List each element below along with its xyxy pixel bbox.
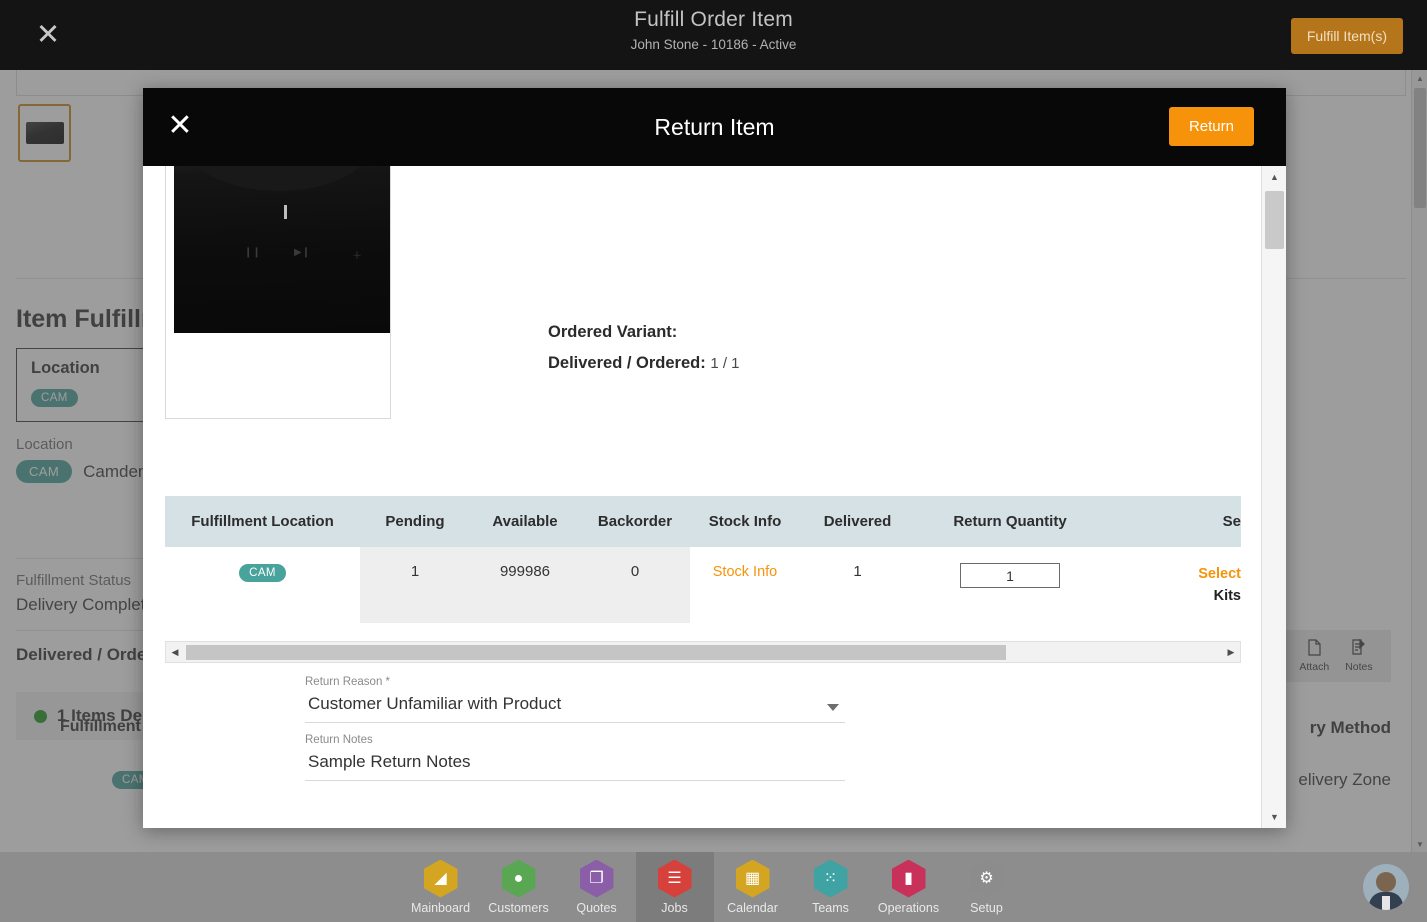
delivered-ordered-label: Delivered / Ordered: xyxy=(548,354,706,372)
ordered-variant-label: Ordered Variant: xyxy=(548,323,678,341)
chevron-down-icon[interactable] xyxy=(827,704,839,711)
return-notes-field[interactable]: Return Notes Sample Return Notes xyxy=(305,734,845,781)
return-button[interactable]: Return xyxy=(1168,107,1254,146)
return-reason-field[interactable]: Return Reason * Customer Unfamiliar with… xyxy=(305,676,845,723)
cell-pending: 1 xyxy=(360,547,470,623)
nav-item-quotes[interactable]: ❐ Quotes xyxy=(558,852,636,922)
cell-delivered: 1 xyxy=(853,563,862,580)
table-horizontal-scrollbar[interactable]: ◀ ▶ xyxy=(165,641,1241,663)
table-scroll-right-arrow[interactable]: ▶ xyxy=(1222,642,1240,662)
cell-location: CAM xyxy=(165,547,360,623)
nav-label-mainboard: Mainboard xyxy=(410,900,471,915)
cell-return-quantity xyxy=(915,547,1105,623)
jobs-icon: ☰ xyxy=(657,859,692,898)
col-return-quantity: Return Quantity xyxy=(915,496,1105,547)
cell-backorder: 0 xyxy=(580,547,690,623)
modal-vertical-scrollbar[interactable]: ▲ ▼ xyxy=(1261,166,1286,828)
screen-root: Item Fulfillm Location CAM Location CAM … xyxy=(0,0,1427,922)
nav-item-teams[interactable]: ⁙ Teams xyxy=(792,852,870,922)
nav-item-calendar[interactable]: ▦ Calendar xyxy=(714,852,792,922)
modal-title: Return Item xyxy=(654,113,775,140)
mainboard-icon: ◢ xyxy=(423,859,458,898)
col-fulfillment-location: Fulfillment Location xyxy=(165,496,360,547)
select-kits-link[interactable]: Select Kits xyxy=(1109,563,1241,607)
table-row: CAM 1 999986 0 Stock Info 1 1 Select Kit… xyxy=(165,547,1241,623)
nav-label-customers: Customers xyxy=(488,900,549,915)
table-scroll-thumb[interactable] xyxy=(186,645,1006,660)
operations-icon: ▮ xyxy=(891,859,926,898)
product-image: ❙❙ ▶❙ ＋ xyxy=(165,166,391,419)
stock-info-link[interactable]: Stock Info xyxy=(713,564,777,580)
cell-stock-info: Stock Info xyxy=(690,547,800,623)
col-backorder: Backorder xyxy=(580,496,690,547)
col-available: Available xyxy=(470,496,580,547)
nav-label-calendar: Calendar xyxy=(727,900,778,915)
row-location-badge: CAM xyxy=(239,564,286,582)
delivered-ordered-row: Delivered / Ordered: 1 / 1 xyxy=(548,354,740,373)
quotes-icon: ❐ xyxy=(579,859,614,898)
nav-item-mainboard[interactable]: ◢ Mainboard xyxy=(402,852,480,922)
nav-label-quotes: Quotes xyxy=(576,900,617,915)
return-quantity-input[interactable] xyxy=(960,563,1060,588)
app-header-titles: Fulfill Order Item John Stone - 10186 - … xyxy=(0,8,1427,52)
return-reason-label: Return Reason * xyxy=(305,676,391,688)
teams-icon: ⁙ xyxy=(813,859,848,898)
nav-label-jobs: Jobs xyxy=(661,900,688,915)
nav-item-setup[interactable]: ⚙ Setup xyxy=(948,852,1026,922)
fulfillment-table-wrap: Fulfillment Location Pending Available B… xyxy=(165,496,1241,623)
app-header: ✕ Fulfill Order Item John Stone - 10186 … xyxy=(0,0,1427,70)
col-pending: Pending xyxy=(360,496,470,547)
modal-scroll-up-arrow[interactable]: ▲ xyxy=(1262,166,1286,188)
cell-available: 999986 xyxy=(470,547,580,623)
select-kits-line2: Kits xyxy=(1213,588,1241,604)
col-select-kits: Se xyxy=(1105,496,1241,547)
table-scroll-left-arrow[interactable]: ◀ xyxy=(166,642,184,662)
bottom-nav-items: ◢ Mainboard ● Customers ❐ Quotes ☰ Jobs ▦ Calenda… xyxy=(402,852,1026,922)
setup-icon: ⚙ xyxy=(969,859,1004,898)
return-reason-value[interactable]: Customer Unfamiliar with Product xyxy=(305,688,845,723)
nav-item-customers[interactable]: ● Customers xyxy=(480,852,558,922)
nav-label-teams: Teams xyxy=(812,900,849,915)
modal-header: ✕ Return Item Return xyxy=(143,88,1286,166)
select-kits-line1: Select xyxy=(1198,566,1241,582)
table-header-row: Fulfillment Location Pending Available B… xyxy=(165,496,1241,547)
cell-select-kits: Select Kits xyxy=(1105,547,1241,623)
nav-item-jobs[interactable]: ☰ Jobs xyxy=(635,852,714,922)
app-title: Fulfill Order Item xyxy=(634,8,793,31)
nav-item-operations[interactable]: ▮ Operations xyxy=(870,852,948,922)
return-reason-text: Customer Unfamiliar with Product xyxy=(308,694,562,713)
modal-scroll-thumb[interactable] xyxy=(1265,191,1284,249)
nav-label-setup: Setup xyxy=(970,900,1003,915)
modal-scroll-down-arrow[interactable]: ▼ xyxy=(1262,806,1286,828)
app-subtitle: John Stone - 10186 - Active xyxy=(630,37,797,52)
delivered-ordered-value: 1 / 1 xyxy=(710,355,740,372)
bottom-navigation: ◢ Mainboard ● Customers ❐ Quotes ☰ Jobs ▦ Calenda… xyxy=(0,852,1427,922)
modal-body: ❙❙ ▶❙ ＋ Ordered Variant: Delivered / Ord… xyxy=(143,166,1286,828)
return-notes-value[interactable]: Sample Return Notes xyxy=(305,746,845,781)
customers-icon: ● xyxy=(501,859,536,898)
col-delivered: Delivered xyxy=(800,496,915,547)
return-notes-label: Return Notes xyxy=(305,734,373,746)
fulfillment-table: Fulfillment Location Pending Available B… xyxy=(165,496,1241,623)
nav-label-operations: Operations xyxy=(877,900,940,915)
fulfill-items-button[interactable]: Fulfill Item(s) xyxy=(1290,18,1403,54)
return-item-modal: ✕ Return Item Return ❙❙ ▶❙ ＋ Ordered Var… xyxy=(143,88,1286,828)
col-stock-info: Stock Info xyxy=(690,496,800,547)
calendar-icon: ▦ xyxy=(735,859,770,898)
user-avatar[interactable] xyxy=(1363,864,1409,910)
